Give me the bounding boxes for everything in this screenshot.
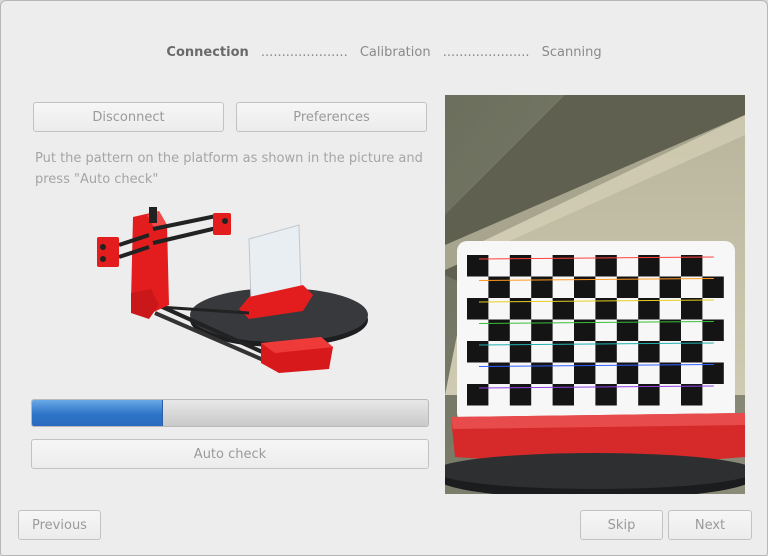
next-button[interactable]: Next [668,510,752,540]
preferences-button[interactable]: Preferences [236,102,427,132]
disconnect-button[interactable]: Disconnect [33,102,224,132]
progress-fill [32,400,163,426]
step-calibration: Calibration [359,45,431,60]
step-separator: ..................... [260,45,348,60]
calibration-progress-bar [31,399,429,427]
skip-button[interactable]: Skip [580,510,663,540]
wizard-steps: Connection ..................... Calibra… [1,45,767,60]
camera-preview [445,95,745,494]
instructions-text: Put the pattern on the platform as shown… [35,151,423,187]
step-connection: Connection [166,45,249,60]
previous-button[interactable]: Previous [18,510,101,540]
auto-check-button[interactable]: Auto check [31,439,429,469]
3d-scanner-illustration [97,207,368,373]
step-separator: ..................... [442,45,530,60]
step-scanning: Scanning [541,45,602,60]
wizard-window: Connection ..................... Calibra… [0,0,768,556]
